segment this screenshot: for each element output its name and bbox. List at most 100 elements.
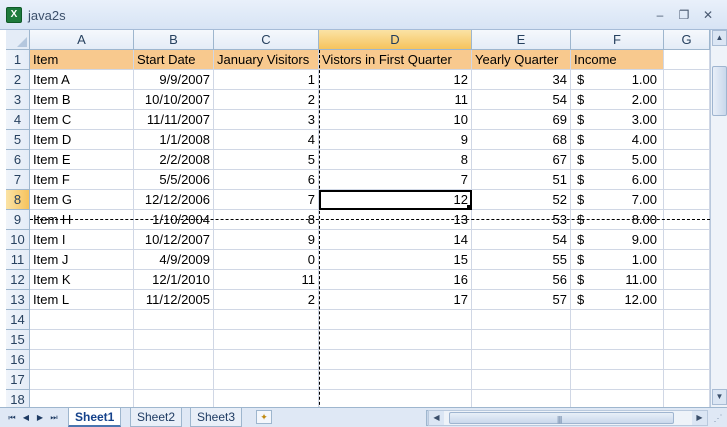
empty-cell[interactable]	[664, 150, 710, 170]
cell-e3[interactable]: 54	[472, 90, 571, 110]
cell-e13[interactable]: 57	[472, 290, 571, 310]
cell-b2[interactable]: 9/9/2007	[134, 70, 214, 90]
cell-c11[interactable]: 0	[214, 250, 319, 270]
empty-cell[interactable]	[664, 330, 710, 350]
empty-cell[interactable]	[664, 290, 710, 310]
cell-d6[interactable]: 8	[319, 150, 472, 170]
empty-cell[interactable]	[214, 350, 319, 370]
minimize-button[interactable]: –	[652, 7, 668, 23]
cell-c8[interactable]: 7	[214, 190, 319, 210]
empty-cell[interactable]	[571, 310, 664, 330]
empty-cell[interactable]	[664, 190, 710, 210]
cell-a5[interactable]: Item D	[30, 130, 134, 150]
empty-cell[interactable]	[134, 350, 214, 370]
header-cell-c1[interactable]: January Visitors	[214, 50, 319, 70]
row-header-16[interactable]: 16	[6, 350, 30, 370]
empty-cell[interactable]	[571, 370, 664, 390]
next-sheet-button[interactable]: ▶	[34, 411, 46, 425]
empty-cell[interactable]	[30, 350, 134, 370]
scroll-down-button[interactable]: ▼	[712, 389, 727, 405]
column-header-d[interactable]: D	[319, 30, 472, 50]
cell-e12[interactable]: 56	[472, 270, 571, 290]
cell-b6[interactable]: 2/2/2008	[134, 150, 214, 170]
cell-e7[interactable]: 51	[472, 170, 571, 190]
vertical-scroll-thumb[interactable]	[712, 66, 727, 116]
empty-cell[interactable]	[319, 370, 472, 390]
cell-c7[interactable]: 6	[214, 170, 319, 190]
cell-e5[interactable]: 68	[472, 130, 571, 150]
empty-cell[interactable]	[664, 70, 710, 90]
row-header-6[interactable]: 6	[6, 150, 30, 170]
cell-f12[interactable]: $11.00	[571, 270, 664, 290]
cell-d5[interactable]: 9	[319, 130, 472, 150]
cell-b5[interactable]: 1/1/2008	[134, 130, 214, 150]
horizontal-scrollbar[interactable]: ◀ |||| ▶	[428, 410, 708, 426]
cell-e2[interactable]: 34	[472, 70, 571, 90]
empty-cell[interactable]	[134, 330, 214, 350]
cell-a8[interactable]: Item G	[30, 190, 134, 210]
empty-cell[interactable]	[214, 370, 319, 390]
cell-b3[interactable]: 10/10/2007	[134, 90, 214, 110]
cell-f3[interactable]: $2.00	[571, 90, 664, 110]
empty-cell[interactable]	[134, 370, 214, 390]
column-header-g[interactable]: G	[664, 30, 710, 50]
cell-c13[interactable]: 2	[214, 290, 319, 310]
header-cell-b1[interactable]: Start Date	[134, 50, 214, 70]
empty-cell[interactable]	[472, 350, 571, 370]
cell-e9[interactable]: 53	[472, 210, 571, 230]
scroll-left-button[interactable]: ◀	[429, 411, 444, 425]
row-header-12[interactable]: 12	[6, 270, 30, 290]
empty-cell[interactable]	[30, 330, 134, 350]
cell-d11[interactable]: 15	[319, 250, 472, 270]
cell-d4[interactable]: 10	[319, 110, 472, 130]
cell-f11[interactable]: $1.00	[571, 250, 664, 270]
cell-c4[interactable]: 3	[214, 110, 319, 130]
cell-b9[interactable]: 1/10/2004	[134, 210, 214, 230]
row-header-9[interactable]: 9	[6, 210, 30, 230]
empty-cell[interactable]	[664, 170, 710, 190]
cell-f7[interactable]: $6.00	[571, 170, 664, 190]
row-header-17[interactable]: 17	[6, 370, 30, 390]
header-cell-e1[interactable]: Yearly Quarter	[472, 50, 571, 70]
row-header-1[interactable]: 1	[6, 50, 30, 70]
resize-grip-icon[interactable]: ⋰	[711, 410, 725, 426]
horizontal-scroll-thumb[interactable]: ||||	[449, 412, 674, 424]
row-header-4[interactable]: 4	[6, 110, 30, 130]
empty-cell[interactable]	[571, 350, 664, 370]
row-header-15[interactable]: 15	[6, 330, 30, 350]
empty-cell[interactable]	[664, 370, 710, 390]
empty-cell[interactable]	[664, 310, 710, 330]
row-header-2[interactable]: 2	[6, 70, 30, 90]
cell-f8[interactable]: $7.00	[571, 190, 664, 210]
empty-cell[interactable]	[664, 250, 710, 270]
column-header-c[interactable]: C	[214, 30, 319, 50]
active-cell-d8[interactable]: 12	[319, 190, 472, 210]
cell-f9[interactable]: $8.00	[571, 210, 664, 230]
row-header-11[interactable]: 11	[6, 250, 30, 270]
empty-cell[interactable]	[664, 110, 710, 130]
prev-sheet-button[interactable]: ◀	[20, 411, 32, 425]
last-sheet-button[interactable]: ⏭	[48, 411, 60, 425]
empty-cell[interactable]	[214, 310, 319, 330]
empty-cell[interactable]	[664, 230, 710, 250]
cell-a3[interactable]: Item B	[30, 90, 134, 110]
restore-button[interactable]: ❐	[676, 7, 692, 23]
cell-d13[interactable]: 17	[319, 290, 472, 310]
cell-b4[interactable]: 11/11/2007	[134, 110, 214, 130]
cell-b13[interactable]: 11/12/2005	[134, 290, 214, 310]
tab-sheet3[interactable]: Sheet3	[190, 408, 243, 427]
cell-f4[interactable]: $3.00	[571, 110, 664, 130]
header-cell-d1[interactable]: Vistors in First Quarter	[319, 50, 472, 70]
empty-cell[interactable]	[319, 310, 472, 330]
cell-d9[interactable]: 13	[319, 210, 472, 230]
header-cell-f1[interactable]: Income	[571, 50, 664, 70]
tab-sheet2[interactable]: Sheet2	[130, 408, 183, 427]
empty-cell[interactable]	[664, 270, 710, 290]
column-header-b[interactable]: B	[134, 30, 214, 50]
column-header-f[interactable]: F	[571, 30, 664, 50]
tab-sheet1[interactable]: Sheet1	[68, 408, 122, 427]
cell-d10[interactable]: 14	[319, 230, 472, 250]
empty-cell[interactable]	[472, 330, 571, 350]
cell-a4[interactable]: Item C	[30, 110, 134, 130]
cell-a10[interactable]: Item I	[30, 230, 134, 250]
